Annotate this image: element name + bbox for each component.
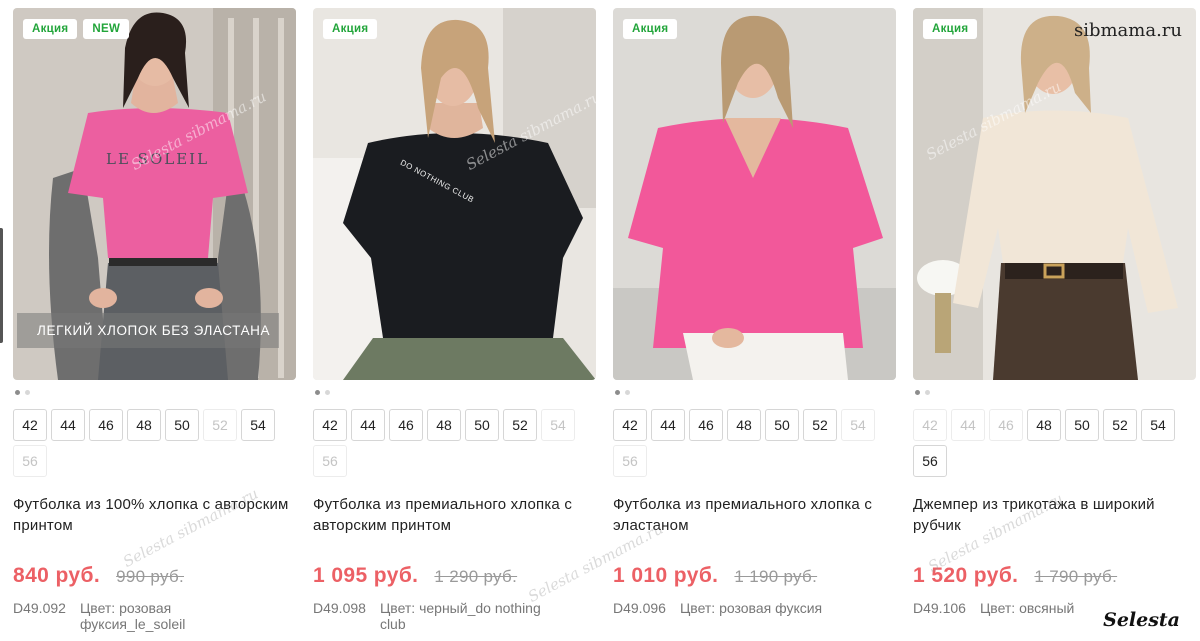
product-photo-image [913,8,1196,380]
old-price: 1 190 руб. [734,567,818,586]
product-title[interactable]: Футболка из 100% хлопка с авторским прин… [13,494,296,536]
badge-group: Акция [623,19,678,39]
size-option[interactable]: 52 [803,409,837,441]
size-option[interactable]: 42 [13,409,47,441]
price-block: 1 010 руб. 1 190 руб. [613,564,896,588]
current-price: 1 010 руб. [613,564,719,587]
promo-badge: Акция [23,19,78,39]
shirt-print-text: LE SOLEIL [106,150,210,168]
size-option[interactable]: 54 [1141,409,1175,441]
photo-carousel-dots[interactable] [915,390,1196,396]
product-color: Цвет: розовая фуксия_le_soleil [79,600,186,632]
size-option-unavailable: 56 [313,445,347,477]
photo-carousel-dots[interactable] [615,390,896,396]
size-option[interactable]: 48 [427,409,461,441]
size-option[interactable]: 50 [165,409,199,441]
carousel-dot-active[interactable] [15,390,20,395]
badge-group: Акция NEW [23,19,130,39]
size-option-unavailable: 56 [13,445,47,477]
size-option[interactable]: 48 [1027,409,1061,441]
badge-group: Акция [923,19,978,39]
new-badge: NEW [83,19,130,39]
product-meta: D49.098 Цвет: черный_do nothing club [313,600,596,632]
product-card[interactable]: Акция DO NOTHING CLUB Selesta sibmama.ru… [313,8,596,632]
photo-caption: ЛЕГКИЙ ХЛОПОК БЕЗ ЭЛАСТАНА [17,313,279,348]
size-option[interactable]: 52 [1103,409,1137,441]
size-option-unavailable: 44 [951,409,985,441]
carousel-dot-active[interactable] [315,390,320,395]
old-price: 990 руб. [116,567,185,586]
product-photo[interactable]: Акция Selesta sibmama.ru [913,8,1196,380]
size-option-unavailable: 56 [613,445,647,477]
size-option-unavailable: 54 [841,409,875,441]
product-photo[interactable]: Акция [613,8,896,380]
carousel-dot[interactable] [325,390,330,395]
product-color: Цвет: розовая фуксия [679,600,823,616]
size-option[interactable]: 48 [727,409,761,441]
size-option[interactable]: 52 [503,409,537,441]
size-selector: 42 44 46 48 50 52 54 56 [313,409,596,477]
size-option-unavailable: 54 [541,409,575,441]
size-option-unavailable: 52 [203,409,237,441]
product-card[interactable]: Акция Selesta sibmama.ru 42 44 46 48 50 … [913,8,1196,632]
size-selector: 42 44 46 48 50 52 54 56 [913,409,1196,477]
old-price: 1 290 руб. [434,567,518,586]
promo-badge: Акция [323,19,378,39]
product-grid: Акция NEW LE SOLEIL ЛЕГКИЙ ХЛОПОК БЕЗ ЭЛ… [13,8,1196,632]
product-card[interactable]: Акция NEW LE SOLEIL ЛЕГКИЙ ХЛОПОК БЕЗ ЭЛ… [13,8,296,632]
carousel-dot[interactable] [25,390,30,395]
promo-badge: Акция [623,19,678,39]
scroll-edge-indicator [0,228,3,343]
product-meta: D49.096 Цвет: розовая фуксия [613,600,896,616]
product-sku: D49.098 [313,600,366,616]
product-photo[interactable]: Акция NEW LE SOLEIL ЛЕГКИЙ ХЛОПОК БЕЗ ЭЛ… [13,8,296,380]
badge-group: Акция [323,19,378,39]
product-photo[interactable]: Акция DO NOTHING CLUB Selesta sibmama.ru [313,8,596,380]
product-photo-image [613,8,896,380]
size-option[interactable]: 54 [241,409,275,441]
size-option[interactable]: 46 [89,409,123,441]
product-meta: D49.092 Цвет: розовая фуксия_le_soleil [13,600,296,632]
product-sku: D49.106 [913,600,966,616]
size-option-unavailable: 46 [989,409,1023,441]
price-block: 1 095 руб. 1 290 руб. [313,564,596,588]
size-option[interactable]: 44 [651,409,685,441]
size-selector: 42 44 46 48 50 52 54 56 [13,409,296,477]
promo-badge: Акция [923,19,978,39]
size-option[interactable]: 44 [51,409,85,441]
size-option[interactable]: 44 [351,409,385,441]
price-block: 840 руб. 990 руб. [13,564,296,588]
carousel-dot[interactable] [925,390,930,395]
brand-watermark: Selesta [1103,609,1180,631]
size-option[interactable]: 50 [465,409,499,441]
product-color: Цвет: черный_do nothing club [379,600,541,632]
carousel-dot[interactable] [625,390,630,395]
site-watermark: sibmama.ru [1073,20,1182,41]
size-option[interactable]: 46 [689,409,723,441]
product-title[interactable]: Футболка из премиального хлопка с авторс… [313,494,596,536]
current-price: 1 520 руб. [913,564,1019,587]
photo-carousel-dots[interactable] [315,390,596,396]
size-option-unavailable: 42 [913,409,947,441]
price-block: 1 520 руб. 1 790 руб. [913,564,1196,588]
current-price: 1 095 руб. [313,564,419,587]
size-option[interactable]: 56 [913,445,947,477]
size-option[interactable]: 42 [613,409,647,441]
photo-carousel-dots[interactable] [15,390,296,396]
old-price: 1 790 руб. [1034,567,1118,586]
size-option[interactable]: 42 [313,409,347,441]
size-option[interactable]: 48 [127,409,161,441]
product-sku: D49.092 [13,600,66,616]
product-title[interactable]: Футболка из премиального хлопка с эласта… [613,494,896,536]
carousel-dot-active[interactable] [915,390,920,395]
carousel-dot-active[interactable] [615,390,620,395]
size-selector: 42 44 46 48 50 52 54 56 [613,409,896,477]
product-sku: D49.096 [613,600,666,616]
product-title[interactable]: Джемпер из трикотажа в широкий рубчик [913,494,1196,536]
size-option[interactable]: 46 [389,409,423,441]
size-option[interactable]: 50 [765,409,799,441]
current-price: 840 руб. [13,564,101,587]
size-option[interactable]: 50 [1065,409,1099,441]
product-card[interactable]: Акция 42 44 46 48 50 52 54 56 Футболка и… [613,8,896,632]
